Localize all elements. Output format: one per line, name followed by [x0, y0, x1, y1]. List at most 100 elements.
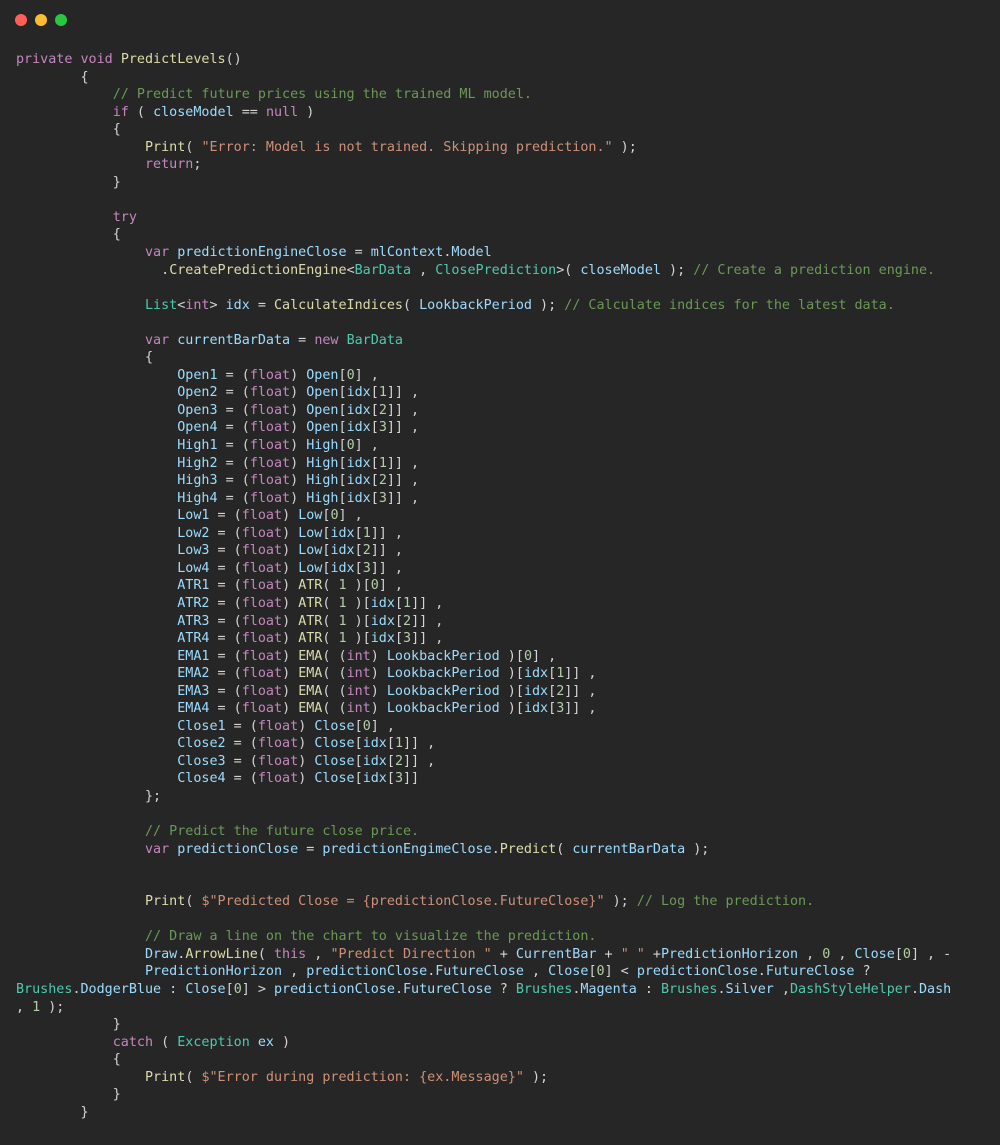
code-token: ]] ,	[411, 613, 444, 629]
code-token: 3	[394, 771, 403, 787]
code-token: float	[249, 438, 291, 454]
code-token: Close	[854, 946, 895, 962]
code-token: [	[338, 455, 347, 471]
zoom-window-button[interactable]	[55, 14, 67, 26]
code-token: (	[556, 841, 573, 857]
minimize-window-button[interactable]	[35, 14, 47, 26]
code-token: )	[290, 367, 307, 383]
code-token: Close4	[177, 771, 226, 787]
code-line: }	[16, 174, 991, 192]
code-token: )[	[346, 631, 371, 647]
code-token: ex	[257, 1034, 274, 1050]
code-token: ()	[225, 52, 242, 67]
code-token: )	[282, 613, 299, 629]
code-token: 0	[370, 578, 379, 594]
code-token: [	[370, 385, 379, 401]
code-token: );	[612, 139, 637, 155]
code-token: float	[249, 490, 291, 506]
code-token: )	[282, 543, 299, 559]
code-token: )	[370, 648, 387, 664]
code-token: Draw	[145, 946, 178, 962]
close-window-button[interactable]	[15, 14, 27, 26]
code-token: )	[290, 420, 307, 436]
code-token: mlContext	[370, 245, 444, 261]
code-token: Low2	[177, 525, 210, 541]
code-token: +	[644, 946, 661, 962]
code-token: DodgerBlue	[80, 981, 162, 997]
code-token: = (	[209, 648, 242, 664]
code-token: );	[40, 999, 65, 1015]
code-line: Low4 = (float) Low[idx[3]] ,	[16, 560, 991, 578]
code-line: {	[16, 349, 991, 367]
code-token: >	[209, 297, 226, 313]
code-token: = (	[225, 753, 258, 769]
code-token: High2	[177, 455, 218, 471]
code-token: [	[548, 666, 557, 682]
code-token: =	[249, 297, 274, 313]
code-token: 1	[32, 999, 41, 1015]
code-token: = (	[209, 578, 242, 594]
code-token: idx	[330, 560, 355, 576]
code-token: [	[394, 595, 403, 611]
code-token: = (	[225, 718, 258, 734]
code-line: High4 = (float) High[idx[3]] ,	[16, 490, 991, 508]
code-token: ]] ,	[370, 525, 403, 541]
code-token: Open	[306, 385, 339, 401]
code-token: =	[290, 332, 315, 348]
code-token: var	[145, 332, 170, 348]
code-token: ]] ,	[403, 753, 436, 769]
code-token: Model	[451, 245, 492, 261]
code-token: ]] ,	[370, 560, 403, 576]
code-token: new	[314, 332, 339, 348]
code-token: EMA	[298, 701, 323, 717]
code-token: float	[241, 666, 283, 682]
code-token: }	[16, 1104, 89, 1120]
code-line: // Draw a line on the chart to visualize…	[16, 928, 991, 946]
code-line: };	[16, 788, 991, 806]
code-token: )	[298, 104, 315, 120]
code-token: predictionClose	[274, 981, 395, 997]
code-token: ATR3	[177, 613, 210, 629]
code-token: idx	[370, 613, 395, 629]
code-token: ( (	[322, 648, 347, 664]
code-token: [	[548, 701, 557, 717]
code-token: LookbackPeriod	[386, 701, 500, 717]
code-token: ] >	[241, 981, 274, 997]
code-token: )[	[499, 666, 524, 682]
code-token: 0	[330, 508, 339, 524]
code-token: {	[16, 122, 121, 138]
code-token: = (	[217, 473, 250, 489]
code-line: Close4 = (float) Close[idx[3]]	[16, 770, 991, 788]
code-token: [	[354, 718, 363, 734]
code-token: float	[241, 631, 283, 647]
code-token: "Predict Direction "	[330, 946, 492, 962]
code-token: [	[354, 525, 363, 541]
code-line: }	[16, 1016, 991, 1034]
code-token: )	[282, 525, 299, 541]
code-token: Open4	[177, 420, 218, 436]
code-token: [	[338, 490, 347, 506]
code-token: 1	[338, 595, 347, 611]
code-token: // Calculate indices for the latest data…	[564, 297, 895, 313]
code-token: ]] ,	[386, 385, 420, 401]
code-token: int	[346, 683, 371, 699]
code-token: Print	[145, 894, 186, 910]
code-token: ,	[523, 964, 549, 980]
code-editor[interactable]: private void PredictLevels() { // Predic…	[16, 51, 991, 1121]
code-line: {	[16, 226, 991, 244]
code-line: PredictionHorizon , predictionClose.Futu…	[16, 963, 991, 981]
code-token: )	[298, 771, 315, 787]
code-token: ATR	[298, 578, 323, 594]
